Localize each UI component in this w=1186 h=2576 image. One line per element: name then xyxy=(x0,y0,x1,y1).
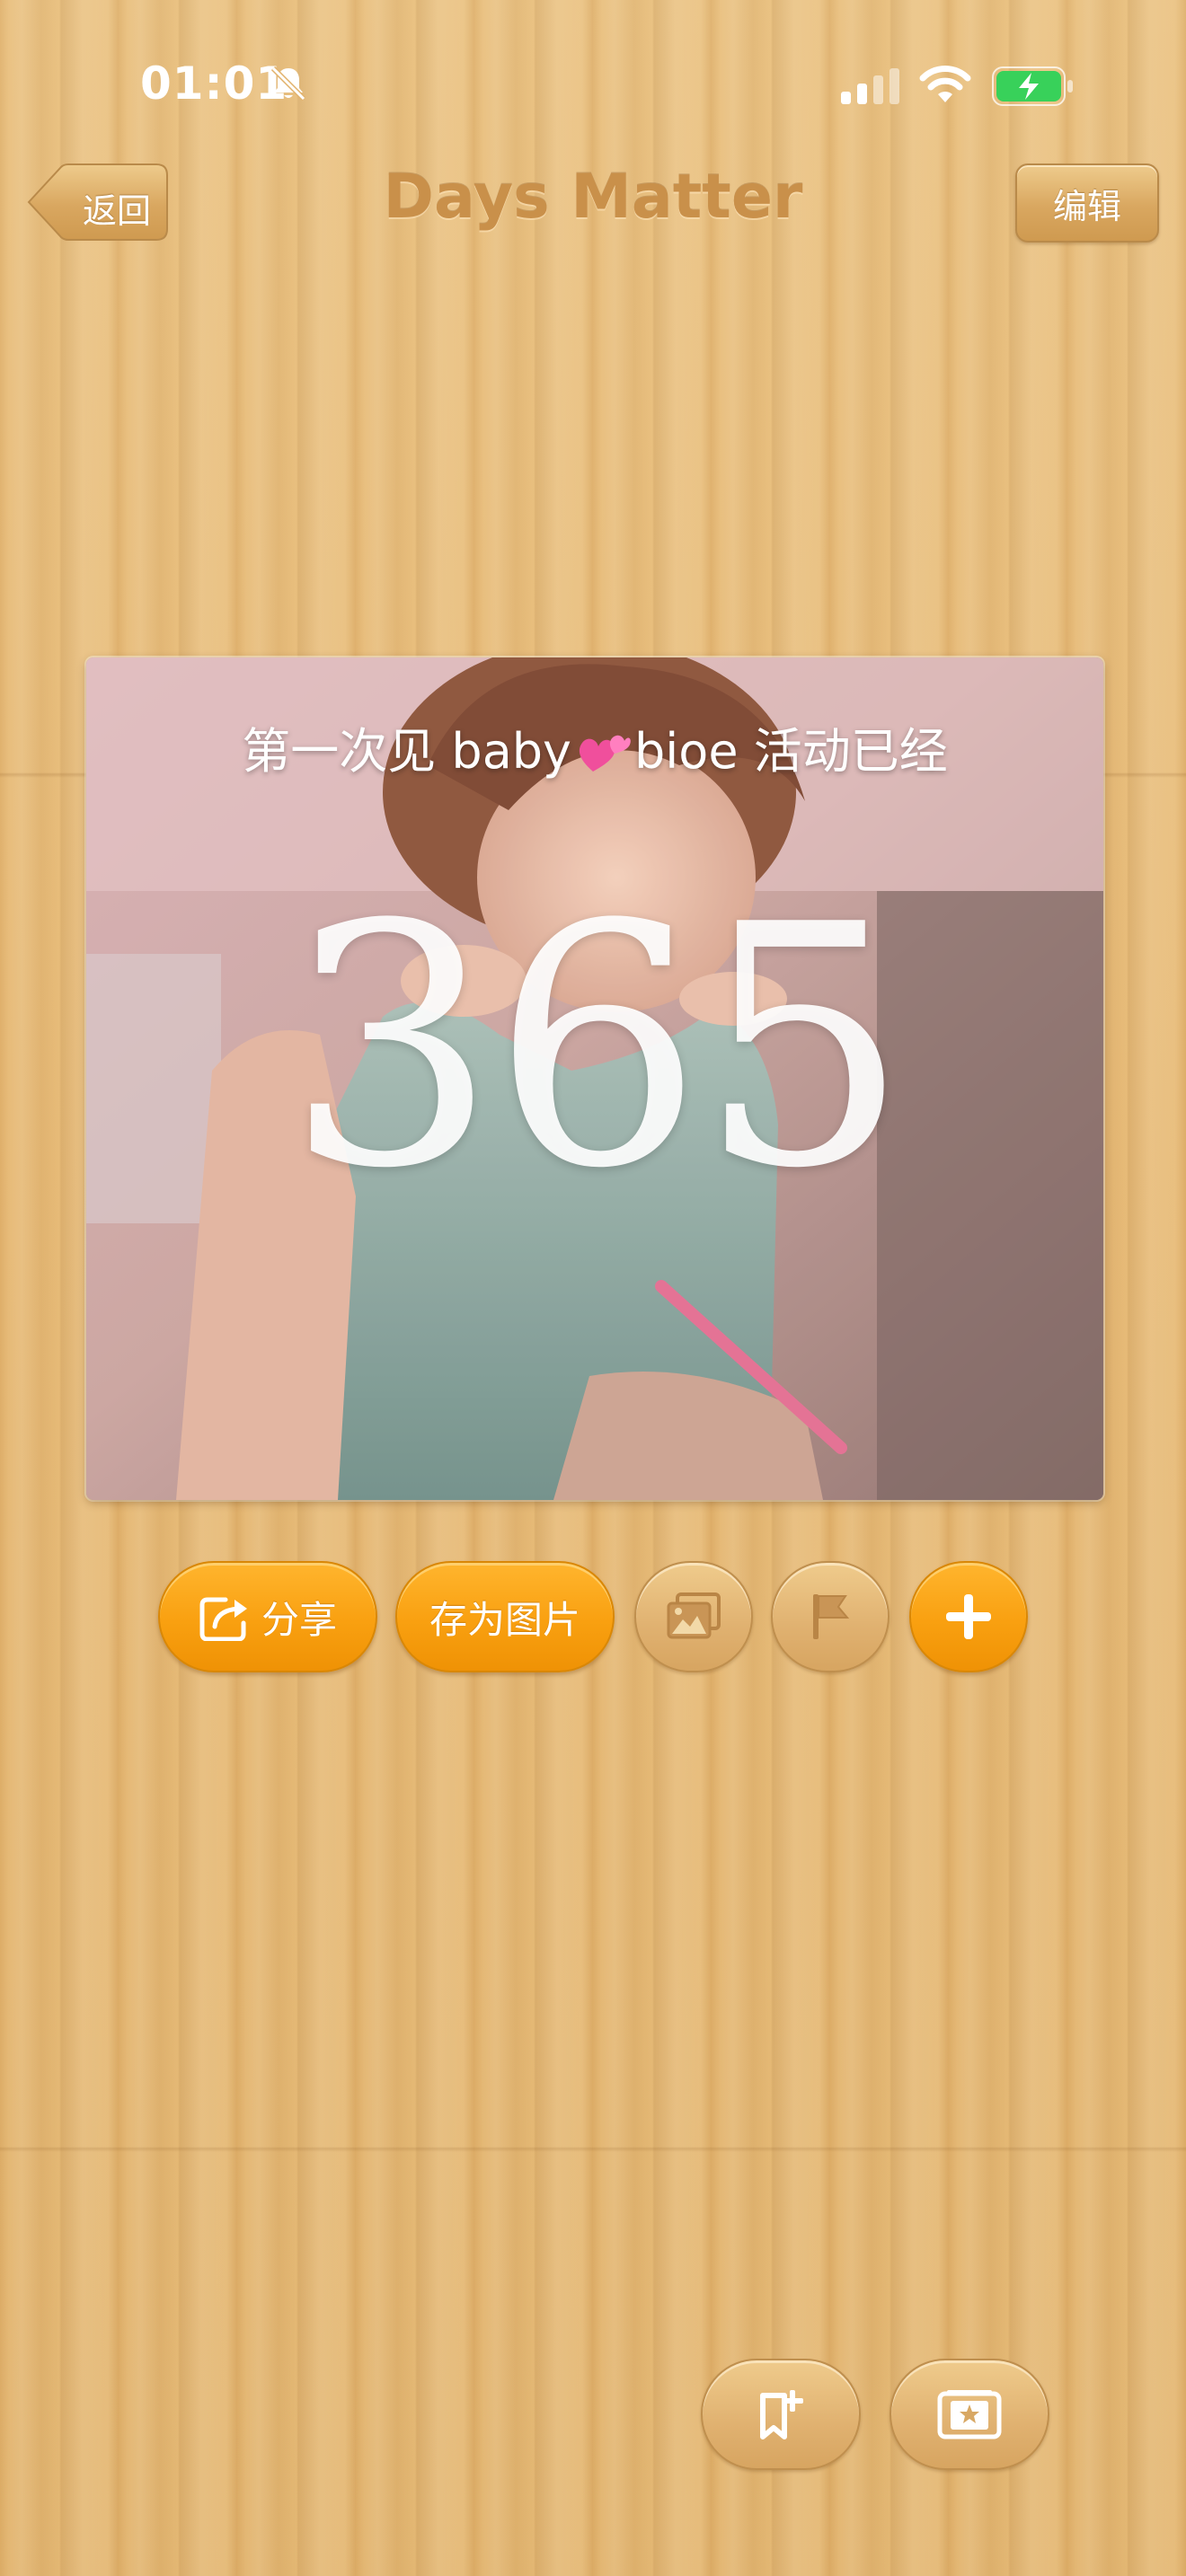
add-bookmark-button[interactable] xyxy=(701,2359,861,2470)
back-button[interactable]: 返回 xyxy=(27,163,169,241)
back-label: 返回 xyxy=(82,191,151,231)
flag-icon xyxy=(813,1594,850,1639)
day-card[interactable]: 第一次见 baby bioe 活动已经 365 xyxy=(86,657,1103,1500)
page-title: Days Matter xyxy=(383,162,803,233)
photo-gallery-icon xyxy=(937,2390,1002,2439)
background-image-icon xyxy=(667,1592,721,1639)
card-title-prefix: 第一次见 baby xyxy=(242,723,572,780)
battery-charging-icon xyxy=(992,66,1073,106)
change-background-button[interactable] xyxy=(634,1561,753,1672)
share-icon xyxy=(199,1597,247,1641)
status-bar: 01:01 xyxy=(0,0,1186,171)
wifi-icon xyxy=(919,66,971,102)
cellular-signal-icon xyxy=(841,68,899,104)
edit-button[interactable]: 编辑 xyxy=(1015,163,1159,243)
gallery-button[interactable] xyxy=(890,2359,1049,2470)
save-image-label: 存为图片 xyxy=(429,1597,580,1642)
plus-icon xyxy=(946,1594,991,1639)
save-image-button[interactable]: 存为图片 xyxy=(395,1561,615,1672)
card-title: 第一次见 baby bioe 活动已经 xyxy=(86,711,1103,782)
card-title-suffix: bioe 活动已经 xyxy=(634,723,948,780)
flag-button[interactable] xyxy=(771,1561,890,1672)
status-time: 01:01 xyxy=(140,57,288,110)
share-button[interactable]: 分享 xyxy=(158,1561,377,1672)
bell-slash-icon xyxy=(270,66,306,101)
day-count: 365 xyxy=(285,855,909,1241)
share-label: 分享 xyxy=(261,1597,337,1642)
two-hearts-icon xyxy=(579,735,631,772)
edit-label: 编辑 xyxy=(1052,186,1121,226)
add-bookmark-icon xyxy=(760,2390,803,2439)
add-button[interactable] xyxy=(909,1561,1028,1672)
